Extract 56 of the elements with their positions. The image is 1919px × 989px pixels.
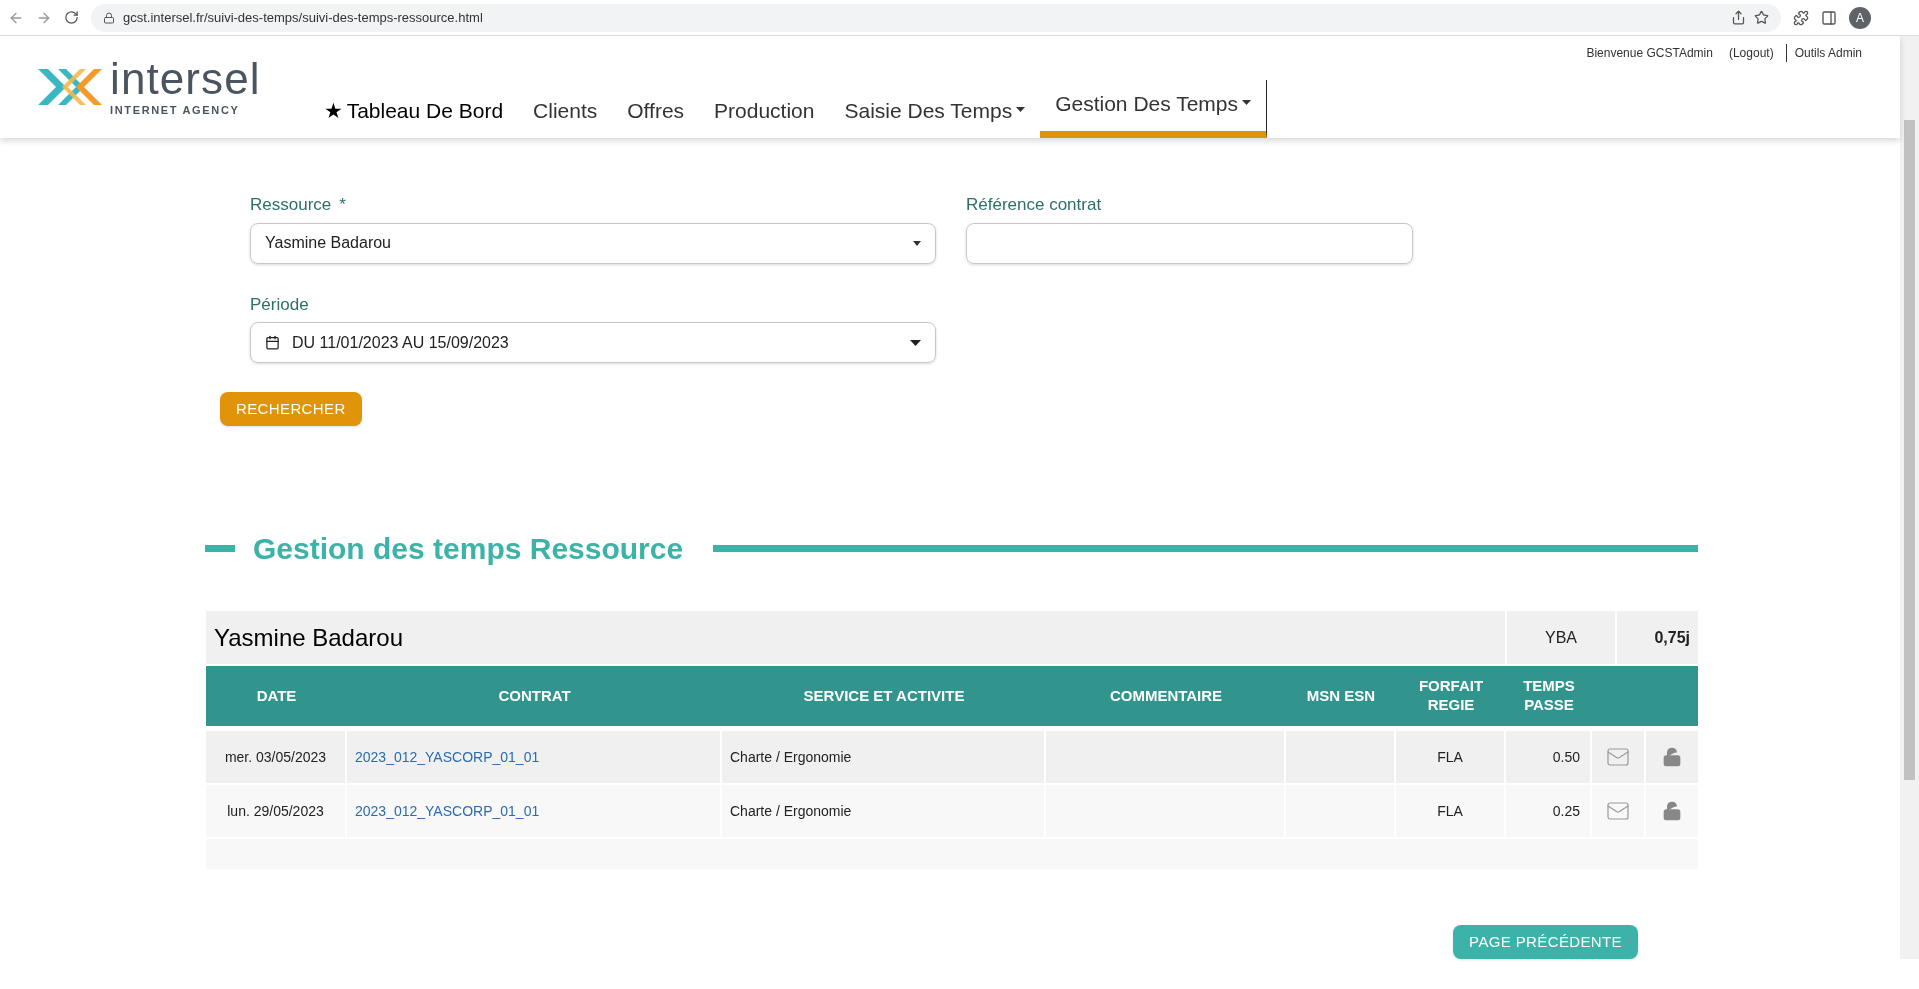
logo-tagline: INTERNET AGENCY <box>110 105 241 116</box>
field-label: Référence contrat <box>966 194 1103 216</box>
unlock-icon[interactable] <box>1662 747 1682 767</box>
bookmark-icon[interactable] <box>1754 10 1769 25</box>
nav-item[interactable]: Saisie Des Temps <box>829 86 1041 138</box>
puzzle-icon[interactable] <box>1793 9 1809 26</box>
field-label: Période <box>250 293 310 316</box>
header-link[interactable]: Outils Admin <box>1785 44 1870 62</box>
column-header: TEMPS PASSE <box>1522 676 1576 715</box>
column-header: FORFAIT REGIE <box>1417 676 1485 715</box>
unlock-icon[interactable] <box>1662 801 1682 821</box>
caret-icon <box>910 339 921 346</box>
contract-link[interactable]: 2023_012_YASCORP_01_01 <box>347 785 722 837</box>
calendar-icon <box>265 335 280 350</box>
field-label: Ressource * <box>250 194 347 216</box>
mail-icon[interactable] <box>1606 745 1630 769</box>
reload-icon[interactable] <box>64 10 79 25</box>
mail-icon[interactable] <box>1606 799 1630 823</box>
section-title: Gestion des temps Ressource <box>253 531 684 567</box>
nav-item[interactable]: Offres <box>612 86 700 138</box>
column-header: CONTRAT <box>497 685 572 706</box>
total-time: 0,75j <box>1615 611 1698 664</box>
table-cell: lun. 29/05/2023 <box>206 785 347 837</box>
resource-select[interactable]: Yasmine Badarou <box>250 222 936 264</box>
reference-input-field[interactable] <box>966 222 1413 264</box>
logo-name: intersel <box>110 57 261 101</box>
sidebar-icon[interactable] <box>1821 9 1837 26</box>
welcome-text: Bienvenue GCSTAdmin <box>1585 45 1714 62</box>
column-header: DATE <box>255 685 298 706</box>
nav-item[interactable]: Clients <box>518 86 613 138</box>
nav-item[interactable]: ★ Tableau De Bord <box>308 86 519 138</box>
caret-icon <box>913 240 921 246</box>
resource-code: YBA <box>1505 611 1615 664</box>
table-cell: 0.50 <box>1506 731 1592 783</box>
table-cell: mer. 03/05/2023 <box>206 731 347 783</box>
nav-item[interactable]: Gestion Des Temps <box>1040 79 1268 138</box>
table-cell: FLA <box>1396 785 1506 837</box>
profile-avatar[interactable]: A <box>1849 6 1871 29</box>
resource-name: Yasmine Badarou <box>213 622 404 653</box>
table-cell: Charte / Ergonomie <box>722 785 1046 837</box>
star-icon: ★ <box>323 94 343 126</box>
column-header: COMMENTAIRE <box>1108 685 1224 706</box>
address-bar[interactable]: gcst.intersel.fr/suivi-des-temps/suivi-des-temps-ressource.html <box>91 3 1781 32</box>
url-text: gcst.intersel.fr/suivi-des-temps/suivi-des-temps-ressource.html <box>123 8 483 27</box>
column-header: SERVICE ET ACTIVITE <box>802 685 966 706</box>
share-icon[interactable] <box>1731 10 1746 25</box>
contract-link[interactable]: 2023_012_YASCORP_01_01 <box>347 731 722 783</box>
header-link[interactable]: (Logout) <box>1720 44 1782 62</box>
table-cell: Charte / Ergonomie <box>722 731 1046 783</box>
nav-item[interactable]: Production <box>699 86 830 138</box>
column-header: MSN ESN <box>1305 685 1377 706</box>
scrollbar[interactable] <box>1900 36 1919 959</box>
table-cell: 0.25 <box>1506 785 1592 837</box>
period-select[interactable]: DU 11/01/2023 AU 15/09/2023 <box>250 322 936 363</box>
lock-icon <box>103 11 115 24</box>
table-cell: FLA <box>1396 731 1506 783</box>
